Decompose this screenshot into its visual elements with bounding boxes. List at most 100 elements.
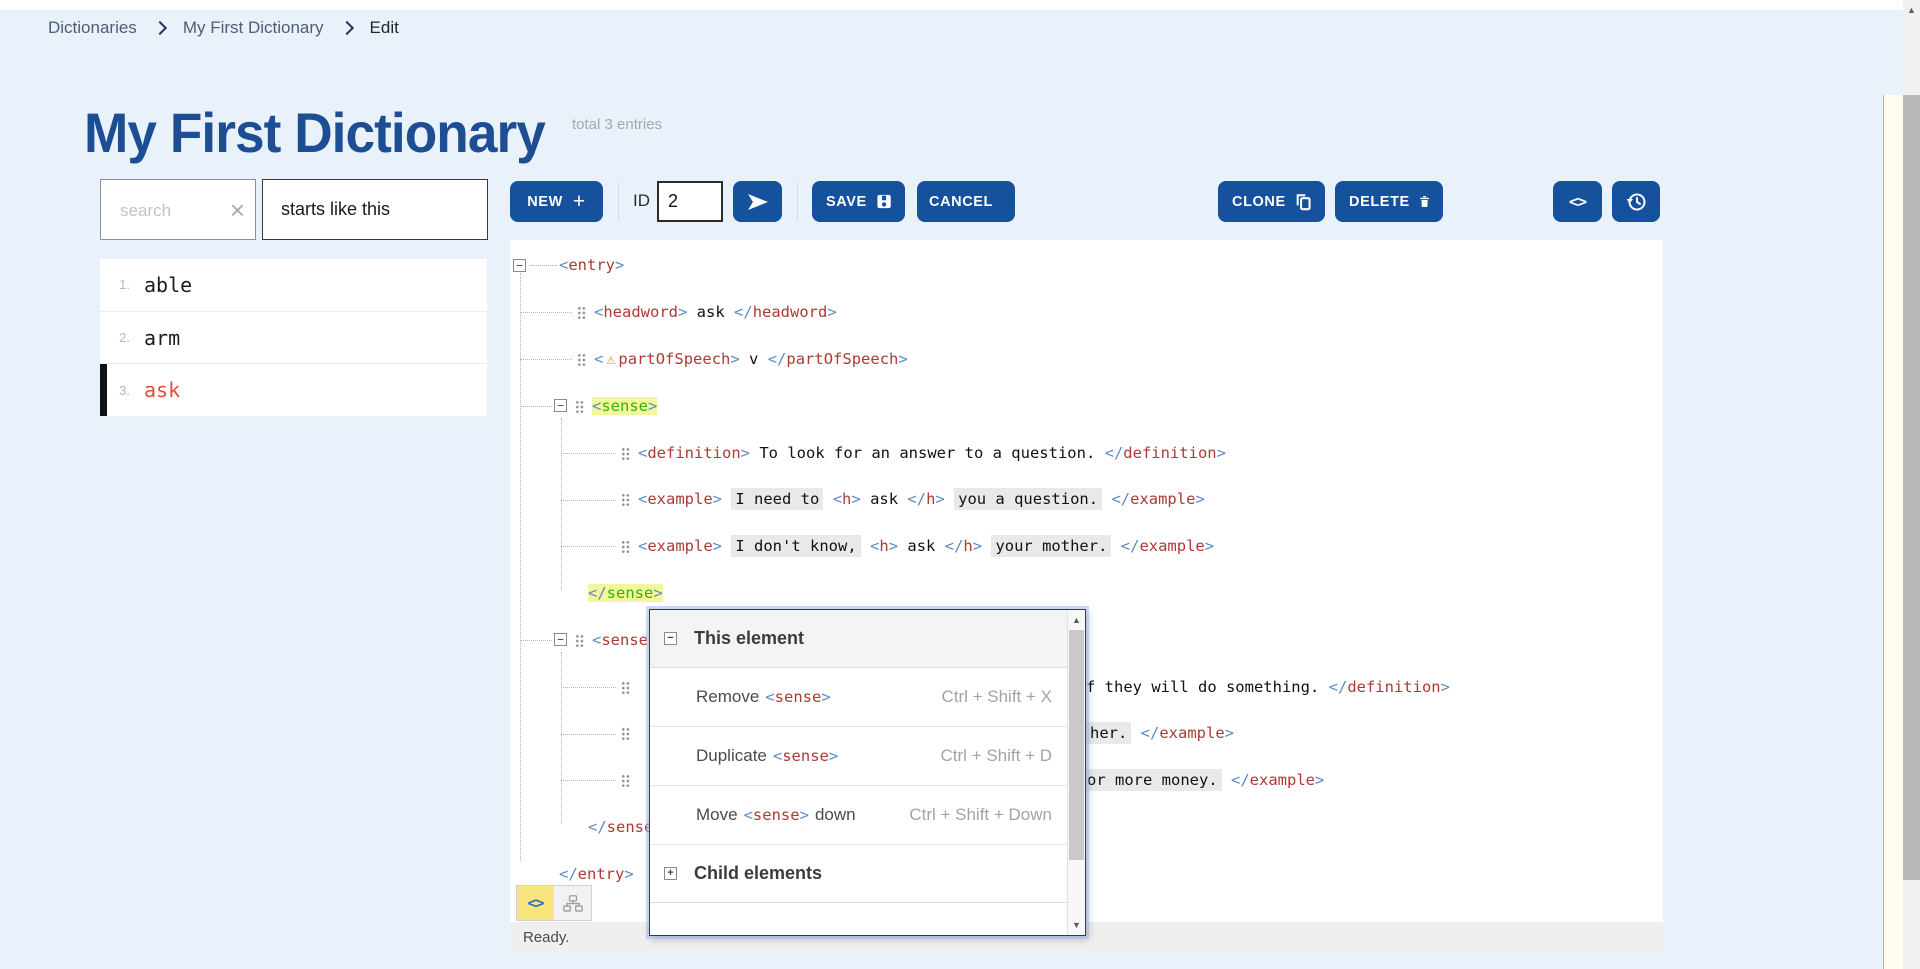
xml-text-node[interactable]: ask bbox=[687, 303, 734, 321]
xml-text-node[interactable] bbox=[1111, 537, 1120, 555]
menu-item-move-down[interactable]: Move<sense>downCtrl + Shift + Down bbox=[650, 786, 1068, 845]
expand-toggle-icon[interactable]: + bbox=[664, 867, 677, 880]
drag-handle-icon[interactable] bbox=[621, 446, 631, 460]
collapse-toggle-icon[interactable]: − bbox=[554, 633, 567, 646]
search-input[interactable] bbox=[118, 180, 232, 241]
xml-tag-name[interactable]: example bbox=[647, 537, 712, 555]
xml-tag-name[interactable]: definition bbox=[647, 444, 740, 462]
xml-row[interactable]: −<sense> bbox=[510, 382, 1663, 429]
menu-item-remove[interactable]: Remove<sense>Ctrl + Shift + X bbox=[650, 668, 1068, 727]
drag-handle-icon[interactable] bbox=[621, 539, 631, 553]
xml-text-node[interactable] bbox=[1131, 724, 1140, 742]
drag-handle-icon[interactable] bbox=[621, 680, 631, 694]
xml-text-node[interactable] bbox=[945, 490, 954, 508]
xml-tag-name[interactable]: example bbox=[1139, 537, 1204, 555]
history-button[interactable] bbox=[1612, 181, 1660, 222]
search-mode-select[interactable]: starts like this bbox=[262, 179, 488, 240]
xml-text-node[interactable] bbox=[1102, 490, 1111, 508]
xml-tag-name[interactable]: h bbox=[963, 537, 972, 555]
xml-tag-name[interactable]: h bbox=[926, 490, 935, 508]
xml-tag-name[interactable]: entry bbox=[578, 865, 625, 883]
xml-text-node[interactable] bbox=[823, 490, 832, 508]
xml-text-node[interactable] bbox=[861, 537, 870, 555]
source-code-view-button[interactable]: <> bbox=[1553, 181, 1602, 222]
clear-search-icon[interactable]: × bbox=[230, 197, 245, 223]
xml-tag-name[interactable]: h bbox=[879, 537, 888, 555]
drag-handle-icon[interactable] bbox=[621, 492, 631, 506]
nerd-view-button[interactable]: <> bbox=[517, 886, 554, 920]
xml-row[interactable]: <⚠partOfSpeech> v </partOfSpeech> bbox=[510, 336, 1663, 383]
xml-tag-name[interactable]: example bbox=[1159, 724, 1224, 742]
xml-text-node[interactable]: I don't know, bbox=[731, 535, 860, 557]
drag-handle-icon[interactable] bbox=[577, 305, 587, 319]
xml-row[interactable]: <headword> ask </headword> bbox=[510, 289, 1663, 336]
xml-text-node[interactable]: your mother. bbox=[991, 535, 1111, 557]
xml-text-node[interactable]: To look for an answer to a question. bbox=[750, 444, 1105, 462]
xml-text-node[interactable]: v bbox=[740, 350, 768, 368]
xml-tag-name[interactable]: h bbox=[842, 490, 851, 508]
graphical-view-button[interactable] bbox=[554, 886, 591, 920]
clone-button[interactable]: CLONE bbox=[1218, 181, 1325, 222]
xml-row[interactable]: <example> I need to <h> ask </h> you a q… bbox=[510, 476, 1663, 523]
entry-list-item-arm[interactable]: 2. arm bbox=[100, 312, 487, 365]
xml-tag-name[interactable]: example bbox=[1250, 771, 1315, 789]
scroll-up-icon[interactable]: ▲ bbox=[1903, 5, 1920, 15]
xml-bracket: </ bbox=[907, 490, 926, 508]
delete-button[interactable]: DELETE bbox=[1335, 181, 1443, 222]
entry-list-item-ask[interactable]: 3. ask bbox=[100, 364, 487, 417]
xml-tag-name[interactable]: headword bbox=[603, 303, 678, 321]
scrollbar-thumb[interactable] bbox=[1069, 630, 1084, 860]
xml-tag-name[interactable]: headword bbox=[753, 303, 828, 321]
xml-tag-name[interactable]: partOfSpeech bbox=[618, 350, 730, 368]
collapse-toggle-icon[interactable]: − bbox=[554, 399, 567, 412]
xml-tag-name[interactable]: example bbox=[647, 490, 712, 508]
drag-handle-icon[interactable] bbox=[577, 352, 587, 366]
new-entry-button[interactable]: NEW + bbox=[510, 181, 603, 222]
entry-id-input[interactable] bbox=[657, 181, 723, 222]
xml-tag-name[interactable]: definition bbox=[1123, 444, 1216, 462]
scroll-up-icon[interactable]: ▲ bbox=[1068, 615, 1085, 625]
context-menu-scrollbar[interactable]: ▲ ▼ bbox=[1067, 610, 1085, 935]
xml-text-node[interactable] bbox=[722, 490, 731, 508]
breadcrumb-dictionaries[interactable]: Dictionaries bbox=[48, 18, 137, 38]
xml-tag-name-highlighted[interactable]: sense bbox=[601, 397, 648, 415]
scroll-down-icon[interactable]: ▼ bbox=[1068, 920, 1085, 930]
save-button-label: SAVE bbox=[826, 194, 867, 210]
xml-tag-name[interactable]: entry bbox=[568, 256, 615, 274]
collapse-toggle-icon[interactable]: − bbox=[664, 632, 677, 645]
collapse-toggle-icon[interactable]: − bbox=[513, 259, 526, 272]
xml-text-node[interactable] bbox=[1222, 771, 1231, 789]
go-to-id-button[interactable] bbox=[733, 181, 782, 222]
save-button[interactable]: SAVE bbox=[812, 181, 905, 222]
drag-handle-icon[interactable] bbox=[575, 633, 585, 647]
xml-text-node[interactable]: you a question. bbox=[954, 488, 1102, 510]
xml-tag-name[interactable]: sense bbox=[607, 818, 654, 836]
xml-text-node[interactable]: ask bbox=[898, 537, 945, 555]
xml-text-node[interactable]: f they will do something. bbox=[1086, 678, 1329, 696]
xml-tag-name[interactable]: sense bbox=[601, 631, 648, 649]
entry-list-item-able[interactable]: 1. able bbox=[100, 259, 487, 312]
xml-tag-name-highlighted[interactable]: sense bbox=[607, 584, 654, 602]
drag-handle-icon[interactable] bbox=[621, 773, 631, 787]
xml-tag-name[interactable]: definition bbox=[1347, 678, 1440, 696]
xml-text-node[interactable]: or more money. bbox=[1083, 769, 1222, 791]
xml-text-node[interactable]: I need to bbox=[731, 488, 823, 510]
menu-section-child-elements[interactable]: +Child elements bbox=[650, 845, 1068, 903]
cancel-button[interactable]: CANCEL bbox=[917, 181, 1015, 222]
menu-item-duplicate[interactable]: Duplicate<sense>Ctrl + Shift + D bbox=[650, 727, 1068, 786]
drag-handle-icon[interactable] bbox=[575, 399, 585, 413]
xml-text-node[interactable] bbox=[722, 537, 731, 555]
xml-row[interactable]: −<entry> bbox=[510, 242, 1663, 289]
drag-handle-icon[interactable] bbox=[621, 726, 631, 740]
breadcrumb-dictionary-name[interactable]: My First Dictionary bbox=[183, 18, 324, 38]
scrollbar-thumb[interactable] bbox=[1903, 95, 1920, 880]
xml-tag-name[interactable]: example bbox=[1130, 490, 1195, 508]
browser-scrollbar[interactable]: ▲ bbox=[1903, 0, 1920, 969]
menu-section-this-element[interactable]: −This element bbox=[650, 610, 1068, 668]
xml-text-node[interactable] bbox=[982, 537, 991, 555]
xml-text-node[interactable]: ask bbox=[861, 490, 908, 508]
xml-row[interactable]: <definition> To look for an answer to a … bbox=[510, 429, 1663, 476]
xml-row[interactable]: <example> I don't know, <h> ask </h> you… bbox=[510, 523, 1663, 570]
xml-text-node[interactable]: her. bbox=[1086, 722, 1131, 744]
xml-tag-name[interactable]: partOfSpeech bbox=[786, 350, 898, 368]
